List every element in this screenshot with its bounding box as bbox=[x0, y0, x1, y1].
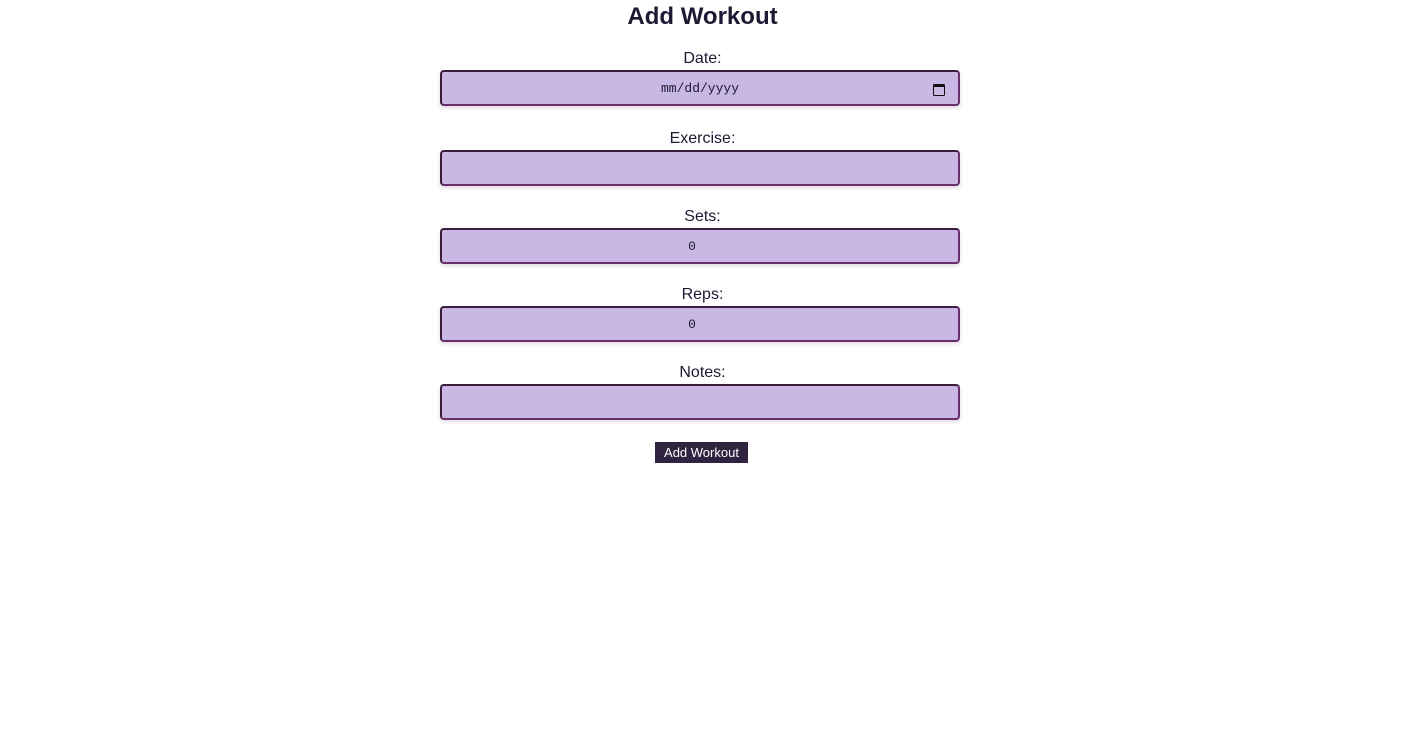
add-workout-page: Add Workout Date: mm/dd/yyyy Exercise: S… bbox=[0, 0, 1405, 743]
date-field-value: mm/dd/yyyy bbox=[660, 80, 739, 96]
date-field[interactable]: mm/dd/yyyy bbox=[440, 70, 960, 106]
calendar-icon[interactable] bbox=[933, 84, 945, 96]
notes-field-value bbox=[442, 386, 958, 418]
page-title: Add Workout bbox=[627, 3, 778, 30]
exercise-field-value bbox=[442, 152, 958, 184]
reps-label: Reps: bbox=[681, 286, 724, 303]
exercise-label: Exercise: bbox=[669, 130, 736, 147]
date-label: Date: bbox=[683, 50, 722, 67]
reps-field-value: 0 bbox=[688, 316, 696, 332]
reps-field[interactable]: 0 bbox=[440, 306, 960, 342]
sets-label: Sets: bbox=[684, 208, 721, 225]
exercise-field[interactable] bbox=[440, 150, 960, 186]
sets-field[interactable]: 0 bbox=[440, 228, 960, 264]
notes-field[interactable] bbox=[440, 384, 960, 420]
notes-label: Notes: bbox=[679, 364, 726, 381]
add-workout-button[interactable]: Add Workout bbox=[655, 442, 748, 463]
sets-field-value: 0 bbox=[688, 238, 696, 254]
